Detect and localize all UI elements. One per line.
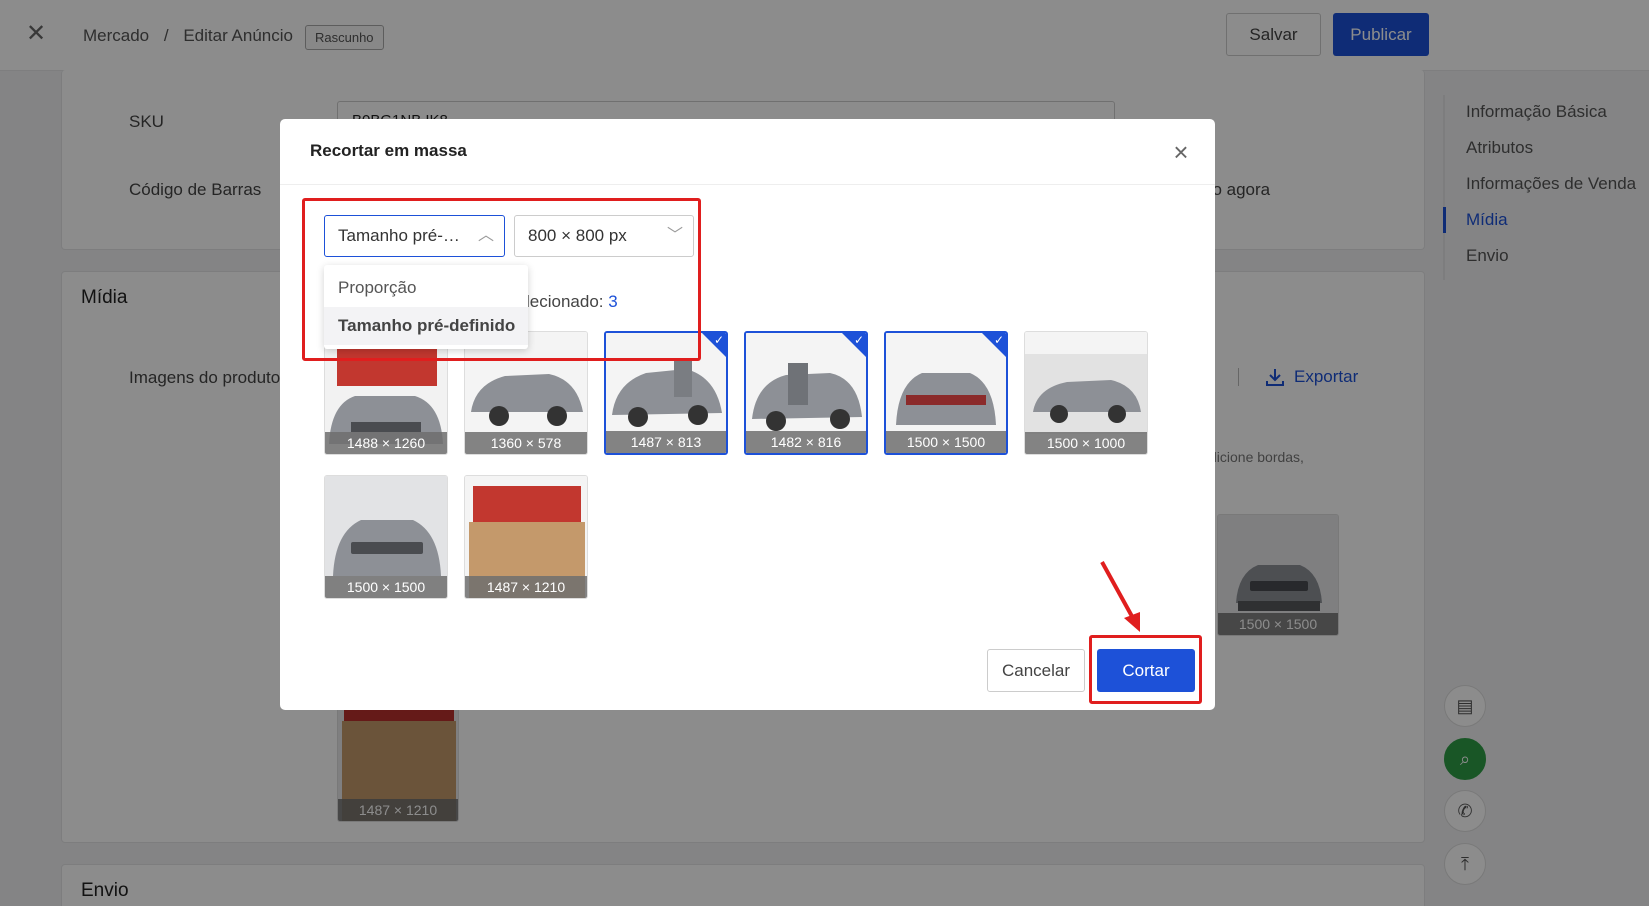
modal-title: Recortar em massa — [310, 141, 467, 160]
image-dimensions: 1500 × 1500 — [886, 431, 1006, 453]
close-icon[interactable]: × — [1167, 138, 1195, 166]
image-dimensions: 1482 × 816 — [746, 431, 866, 453]
image-dimensions: 1500 × 1000 — [1025, 432, 1147, 454]
check-icon: ✓ — [713, 333, 724, 347]
crop-image-thumb[interactable]: ✓ 1482 × 816 — [744, 331, 868, 455]
image-dimensions: 1488 × 1260 — [325, 432, 447, 454]
image-dimensions: 1360 × 578 — [465, 432, 587, 454]
image-dimensions: 1487 × 813 — [606, 431, 726, 453]
crop-image-thumb[interactable]: 1500 × 1000 — [1024, 331, 1148, 455]
cancel-button[interactable]: Cancelar — [987, 649, 1085, 692]
modal-header: Recortar em massa × — [280, 119, 1215, 185]
crop-image-thumb[interactable]: 1500 × 1500 — [324, 475, 448, 599]
annotation-arrow-icon — [1100, 561, 1140, 632]
crop-image-thumb[interactable]: ✓ 1500 × 1500 — [884, 331, 1008, 455]
image-dimensions: 1487 × 1210 — [465, 576, 587, 598]
annotation-box — [1089, 635, 1202, 704]
annotation-box — [302, 198, 701, 361]
check-icon: ✓ — [853, 333, 864, 347]
crop-image-thumb[interactable]: 1487 × 1210 — [464, 475, 588, 599]
check-icon: ✓ — [993, 333, 1004, 347]
image-dimensions: 1500 × 1500 — [325, 576, 447, 598]
